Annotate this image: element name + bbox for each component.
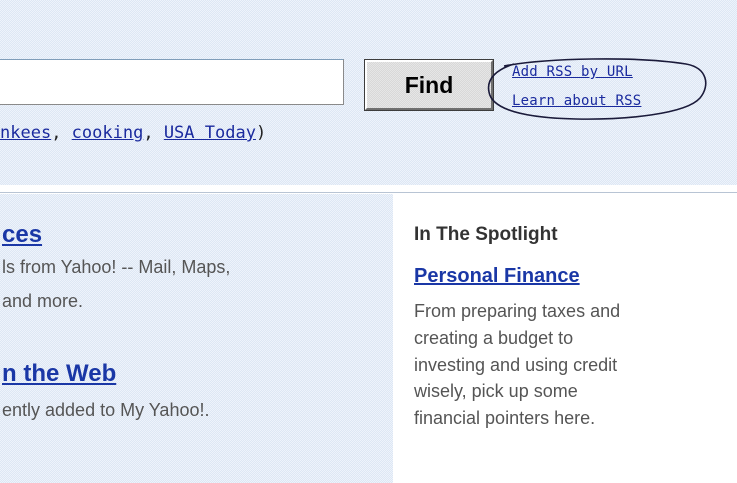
search-examples: nkees, cooking, USA Today) [0,123,266,143]
add-rss-by-url-link[interactable]: Add RSS by URL [512,64,633,80]
services-heading-link[interactable]: ces [2,221,42,249]
example-separator: , [51,123,72,143]
spotlight-description-line: wisely, pick up some [414,381,578,401]
spotlight-description-line: From preparing taxes and [414,301,621,321]
search-input[interactable] [0,59,344,105]
spotlight-title: In The Spotlight [414,224,558,245]
on-the-web-description: ently added to My Yahoo!. [2,400,210,420]
spotlight-description-line: financial pointers here. [414,408,596,428]
services-description-line: and more. [2,291,84,311]
spotlight-description-line: investing and using credit [414,355,618,375]
example-close-paren: ) [255,123,267,143]
section-divider [0,192,737,193]
example-link-yankees[interactable]: nkees [0,123,51,143]
learn-about-rss-link[interactable]: Learn about RSS [512,93,641,109]
left-column: ces ls from Yahoo! -- Mail, Maps, and mo… [0,194,393,483]
spotlight-description-line: creating a budget to [414,328,574,348]
services-description-line: ls from Yahoo! -- Mail, Maps, [2,257,231,277]
example-link-usa-today[interactable]: USA Today [164,123,256,143]
find-button[interactable]: Find [364,59,494,111]
search-band: Find Add RSS by URL Learn about RSS nkee… [0,0,737,185]
example-separator: , [143,123,164,143]
personal-finance-link[interactable]: Personal Finance [414,265,580,288]
spotlight-panel: In The Spotlight Personal Finance From p… [393,194,737,483]
on-the-web-heading-link[interactable]: n the Web [2,360,116,388]
example-link-cooking[interactable]: cooking [72,123,144,143]
